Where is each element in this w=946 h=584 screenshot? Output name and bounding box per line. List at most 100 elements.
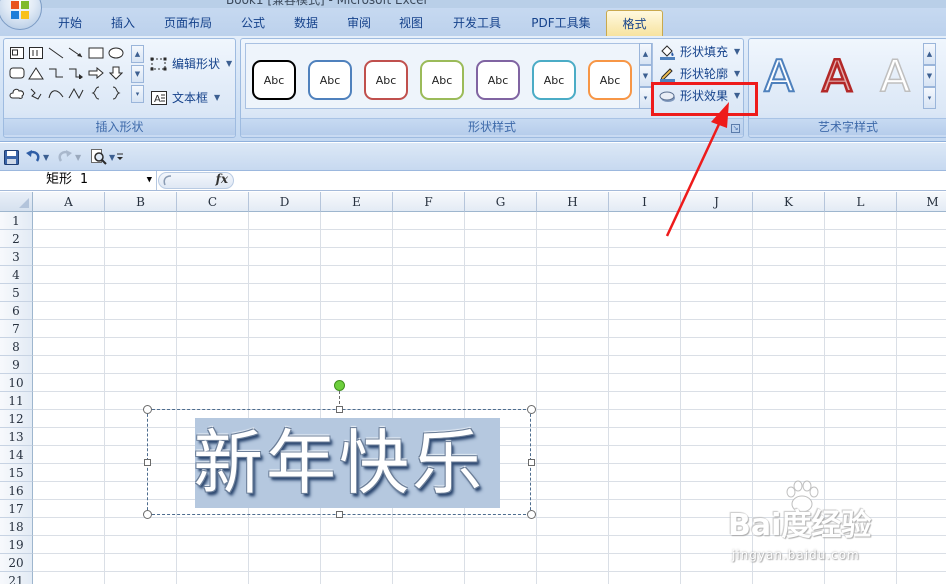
row-header[interactable]: 9: [0, 356, 33, 374]
edit-shape-button[interactable]: 编辑形状 ▼: [150, 54, 232, 74]
row-header[interactable]: 4: [0, 266, 33, 284]
column-header[interactable]: I: [609, 192, 681, 212]
select-all-corner[interactable]: [0, 192, 33, 212]
row-header[interactable]: 11: [0, 392, 33, 410]
shape-textbox-icon[interactable]: [8, 45, 26, 61]
column-header[interactable]: E: [321, 192, 393, 212]
shape-style-purple[interactable]: Abc: [476, 60, 520, 100]
column-header[interactable]: G: [465, 192, 537, 212]
column-header[interactable]: F: [393, 192, 465, 212]
shape-rounded-rectangle-icon[interactable]: [8, 65, 26, 81]
shape-left-brace-icon[interactable]: [87, 85, 105, 101]
shape-line-icon[interactable]: [47, 45, 65, 61]
column-header[interactable]: A: [33, 192, 105, 212]
redo-button[interactable]: ▼: [57, 148, 81, 166]
shape-styles-up-button[interactable]: ▲: [639, 43, 652, 65]
shapes-gallery-up-button[interactable]: ▲: [131, 45, 144, 63]
row-header[interactable]: 14: [0, 446, 33, 464]
shape-outline-button[interactable]: 形状轮廓 ▼: [659, 64, 740, 84]
row-header[interactable]: 17: [0, 500, 33, 518]
wordart-more-button[interactable]: ▾: [923, 87, 936, 109]
row-header[interactable]: 6: [0, 302, 33, 320]
shape-down-arrow-icon[interactable]: [107, 65, 125, 81]
row-header[interactable]: 1: [0, 212, 33, 230]
column-header[interactable]: L: [825, 192, 897, 212]
shape-elbow-connector-icon[interactable]: [47, 65, 65, 81]
row-header[interactable]: 16: [0, 482, 33, 500]
redo-dropdown-icon[interactable]: ▼: [75, 153, 81, 162]
shapes-gallery-down-button[interactable]: ▼: [131, 65, 144, 83]
row-header[interactable]: 10: [0, 374, 33, 392]
row-header[interactable]: 13: [0, 428, 33, 446]
wordart-up-button[interactable]: ▲: [923, 43, 936, 65]
shape-arc-icon[interactable]: [47, 85, 65, 101]
undo-button[interactable]: ▼: [25, 148, 49, 166]
row-header[interactable]: 5: [0, 284, 33, 302]
shapes-gallery-more-button[interactable]: ▾: [131, 85, 144, 103]
resize-handle-top[interactable]: [336, 406, 343, 413]
column-header[interactable]: M: [897, 192, 946, 212]
dialog-launcher-icon[interactable]: ↘: [731, 124, 740, 133]
column-header[interactable]: H: [537, 192, 609, 212]
column-header[interactable]: D: [249, 192, 321, 212]
row-header[interactable]: 3: [0, 248, 33, 266]
resize-handle-bottom[interactable]: [336, 511, 343, 518]
shape-triangle-icon[interactable]: [27, 65, 45, 81]
shape-style-aqua[interactable]: Abc: [532, 60, 576, 100]
customize-toolbar-button[interactable]: [115, 148, 125, 166]
undo-dropdown-icon[interactable]: ▼: [43, 153, 49, 162]
row-header[interactable]: 12: [0, 410, 33, 428]
shape-freeform-icon[interactable]: [27, 85, 45, 101]
name-box-dropdown-icon[interactable]: ▼: [147, 171, 152, 189]
rotate-handle[interactable]: [334, 380, 345, 391]
row-header[interactable]: 20: [0, 554, 33, 572]
save-button[interactable]: [4, 148, 19, 166]
row-header[interactable]: 15: [0, 464, 33, 482]
shape-oval-icon[interactable]: [107, 45, 125, 61]
tab-data[interactable]: 数据: [282, 10, 330, 36]
shape-vertical-textbox-icon[interactable]: [27, 45, 45, 61]
wordart-style-red-gradient[interactable]: A: [815, 51, 865, 99]
resize-handle-bottom-right[interactable]: [527, 510, 536, 519]
print-preview-button[interactable]: ▼: [90, 148, 115, 166]
shape-elbow-arrow-icon[interactable]: [67, 65, 85, 81]
shape-rectangle-icon[interactable]: [87, 45, 105, 61]
tab-developer[interactable]: 开发工具: [440, 10, 514, 36]
column-header[interactable]: C: [177, 192, 249, 212]
tab-view[interactable]: 视图: [388, 10, 434, 36]
tab-home[interactable]: 开始: [46, 10, 94, 36]
resize-handle-right[interactable]: [528, 459, 535, 466]
row-header[interactable]: 2: [0, 230, 33, 248]
column-header[interactable]: B: [105, 192, 177, 212]
tab-page-layout[interactable]: 页面布局: [154, 10, 222, 36]
row-header[interactable]: 8: [0, 338, 33, 356]
resize-handle-left[interactable]: [144, 459, 151, 466]
shape-right-brace-icon[interactable]: [107, 85, 125, 101]
shape-fill-button[interactable]: 形状填充 ▼: [659, 42, 740, 62]
shape-cloud-icon[interactable]: [8, 85, 26, 101]
resize-handle-bottom-left[interactable]: [143, 510, 152, 519]
row-header[interactable]: 19: [0, 536, 33, 554]
resize-handle-top-right[interactable]: [527, 405, 536, 414]
tab-formulas[interactable]: 公式: [230, 10, 276, 36]
row-header[interactable]: 21: [0, 572, 33, 584]
shape-style-orange[interactable]: Abc: [588, 60, 632, 100]
insert-function-button[interactable]: fx: [216, 172, 228, 186]
shape-style-red[interactable]: Abc: [364, 60, 408, 100]
tab-review[interactable]: 审阅: [336, 10, 382, 36]
shape-style-green[interactable]: Abc: [420, 60, 464, 100]
shape-curve-icon[interactable]: [67, 85, 85, 101]
wordart-style-blue-outline[interactable]: A: [757, 51, 807, 99]
column-header[interactable]: J: [681, 192, 753, 212]
tab-format[interactable]: 格式: [606, 10, 663, 36]
column-header[interactable]: K: [753, 192, 825, 212]
tab-insert[interactable]: 插入: [100, 10, 146, 36]
formula-input[interactable]: [236, 172, 946, 190]
wordart-text[interactable]: 新年快乐: [193, 420, 503, 506]
shape-arrow-line-icon[interactable]: [67, 45, 85, 61]
shape-right-arrow-icon[interactable]: [87, 65, 105, 81]
row-header[interactable]: 7: [0, 320, 33, 338]
name-box[interactable]: 矩形 1 ▼: [0, 171, 157, 190]
resize-handle-top-left[interactable]: [143, 405, 152, 414]
shape-style-blue[interactable]: Abc: [308, 60, 352, 100]
